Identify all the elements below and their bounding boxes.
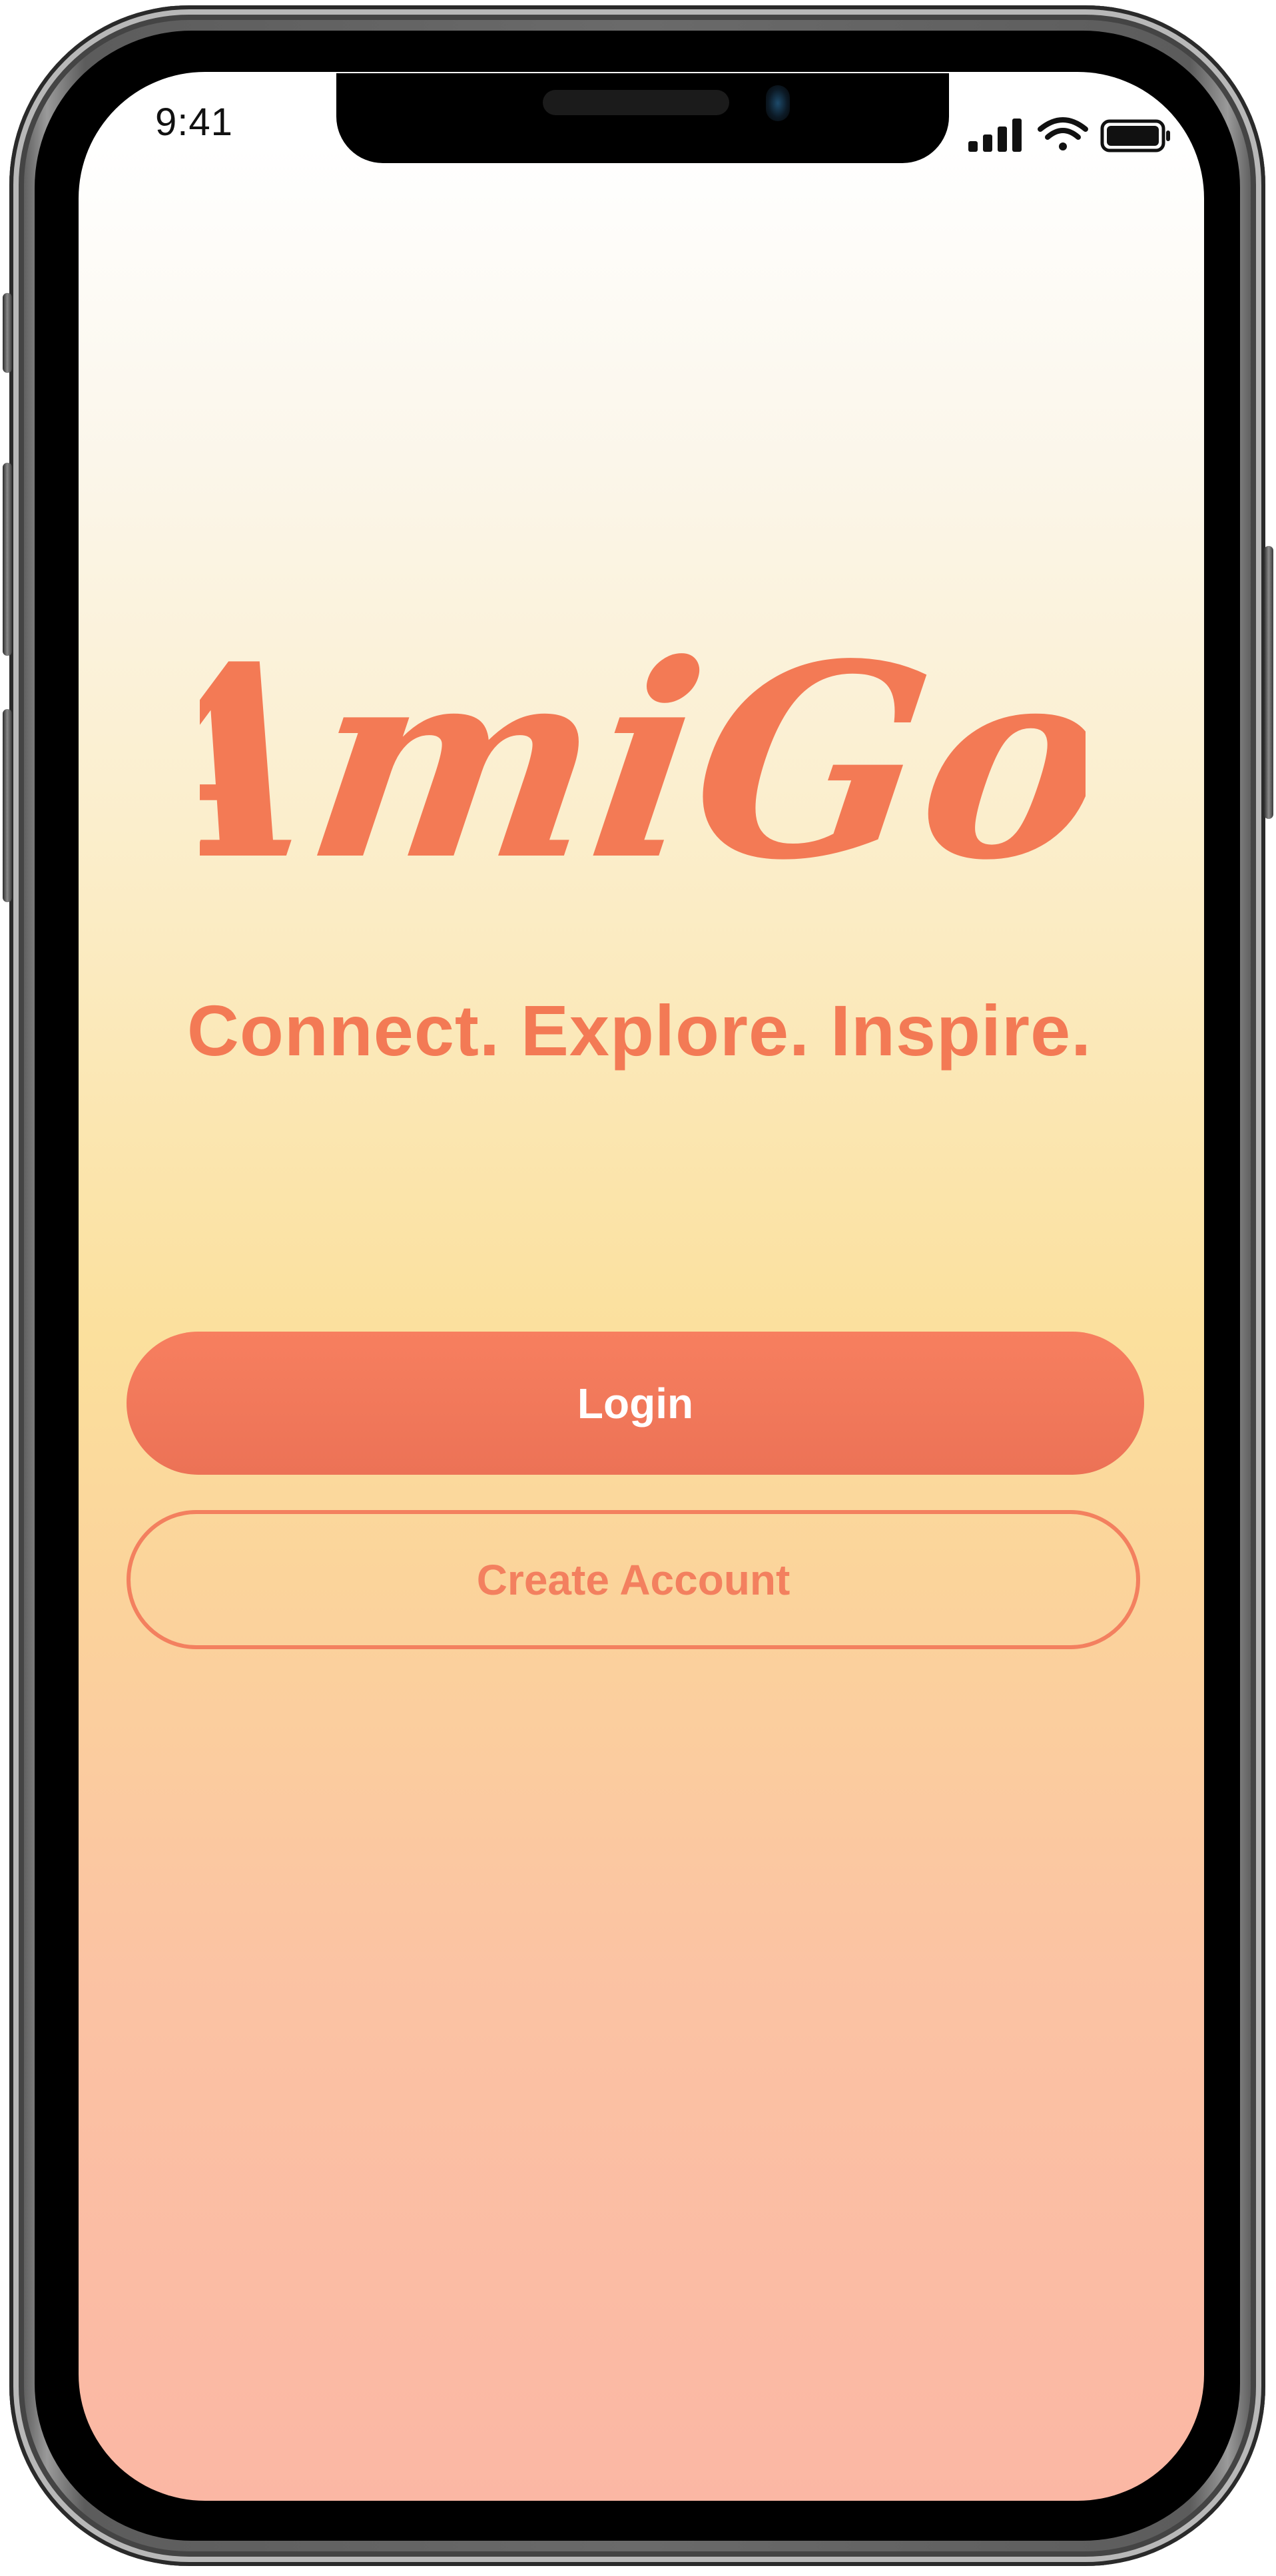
amigo-logo: AmiGo (66, 606, 1125, 932)
notch (336, 73, 949, 163)
tagline: Connect. Explore. Inspire. (186, 990, 1092, 1071)
volume-up-button (3, 463, 12, 656)
app-screen (79, 72, 1204, 2501)
front-camera (766, 85, 790, 121)
status-icons (966, 112, 1179, 158)
wifi-icon (1038, 117, 1088, 150)
cellular-signal-icon (968, 119, 1022, 152)
power-button (1264, 546, 1273, 819)
status-time: 9:41 (155, 101, 233, 144)
login-button[interactable]: Login (127, 1332, 1144, 1475)
logo-wordmark: AmiGo (200, 619, 1086, 919)
silent-switch (3, 293, 12, 373)
battery-icon (1100, 119, 1170, 152)
create-account-button[interactable]: Create Account (127, 1510, 1140, 1649)
earpiece-speaker (543, 90, 729, 115)
volume-down-button (3, 709, 12, 902)
